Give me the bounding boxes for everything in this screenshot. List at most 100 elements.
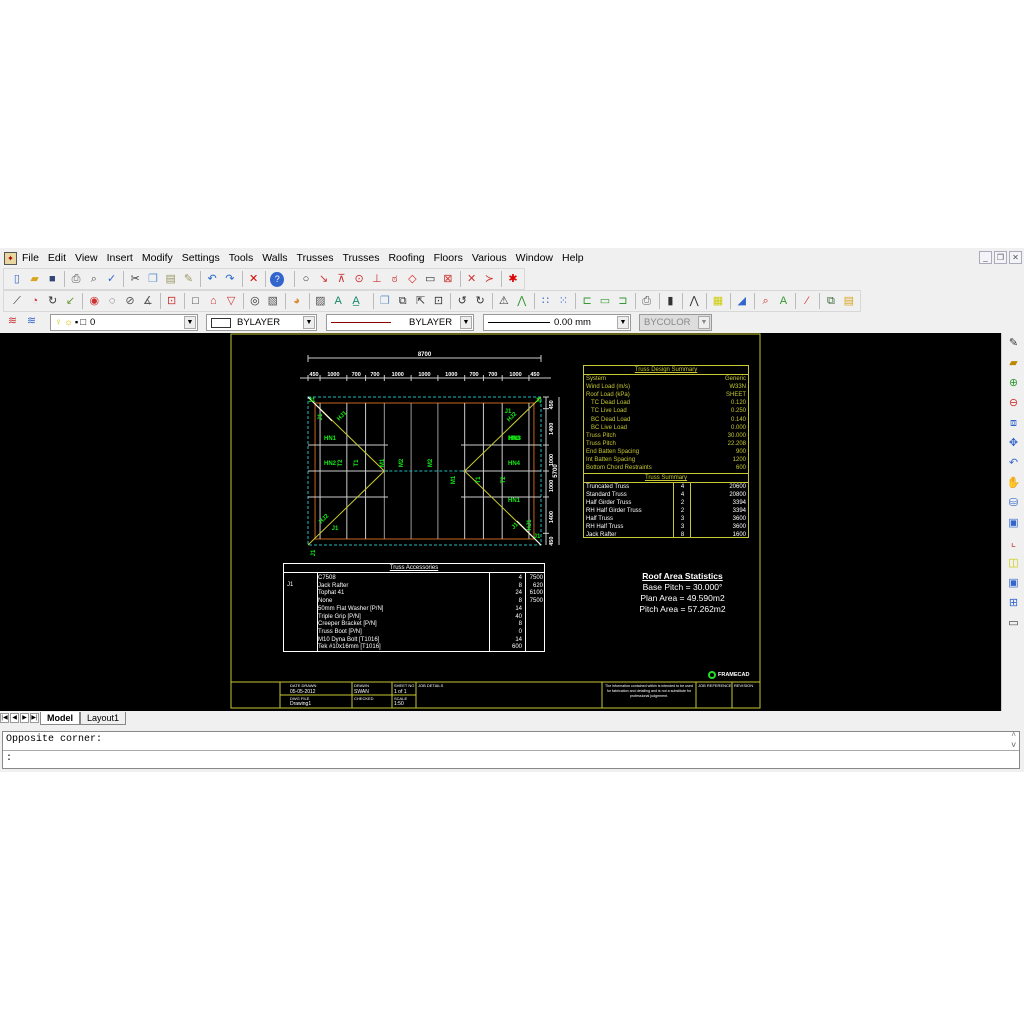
tab-model[interactable]: Model: [40, 711, 80, 725]
menu-window[interactable]: Window: [516, 252, 553, 264]
paste-icon[interactable]: ▤: [164, 272, 178, 287]
region-icon[interactable]: ▨: [313, 294, 327, 309]
drawing-canvas[interactable]: 8700 450 1000 700 700 1000 1000 1000 700 700 1000 4…: [0, 333, 1001, 711]
bar-chart-icon[interactable]: ▮: [663, 294, 677, 309]
snap-apparent-icon[interactable]: ≻: [482, 272, 496, 287]
chevron-down-icon[interactable]: ▼: [303, 316, 315, 329]
ruler-icon[interactable]: ▦: [711, 294, 725, 309]
arc-icon[interactable]: ↻: [46, 294, 60, 309]
insert-image-icon[interactable]: ◕: [290, 294, 304, 309]
menu-trusses[interactable]: Trusses: [297, 252, 334, 264]
block-icon[interactable]: ⊡: [165, 294, 179, 309]
zoom-window-icon[interactable]: ⧈: [1006, 416, 1021, 431]
view-axis-icon[interactable]: ⌞: [1006, 536, 1021, 551]
snap-perpendicular-icon[interactable]: ⊥: [370, 272, 384, 287]
layer-select[interactable]: ♀ ☼ ▪ □ 0 ▼: [50, 314, 198, 331]
save-icon[interactable]: ■: [46, 272, 60, 287]
next-tab-button[interactable]: ▶: [20, 713, 29, 723]
erase-icon[interactable]: ✕: [247, 272, 261, 287]
menu-roofing[interactable]: Roofing: [388, 252, 424, 264]
restore-button[interactable]: ❐: [994, 251, 1007, 264]
command-input[interactable]: :: [3, 751, 1019, 766]
snap-quadrant-icon[interactable]: ◇: [406, 272, 420, 287]
gradient-icon[interactable]: ◢: [735, 294, 749, 309]
snap-node-icon[interactable]: ⊠: [441, 272, 455, 287]
mirror-icon[interactable]: ⚠: [497, 294, 511, 309]
chevron-down-icon[interactable]: ▼: [460, 316, 472, 329]
plot-icon[interactable]: ⎙: [640, 294, 654, 309]
snap-endpoint-icon[interactable]: ↘: [317, 272, 331, 287]
chevron-down-icon[interactable]: ▼: [617, 316, 629, 329]
linetype-select[interactable]: BYLAYER ▼: [326, 314, 474, 331]
polygon-icon[interactable]: ▽: [224, 294, 238, 309]
snap-tangent-icon[interactable]: ಠ: [388, 272, 402, 287]
prev-tab-button[interactable]: ◀: [10, 713, 19, 723]
zoom-properties-icon[interactable]: ⌕: [759, 294, 773, 309]
snap-center-icon[interactable]: ⊙: [352, 272, 366, 287]
zoom-out-icon[interactable]: ⊖: [1006, 396, 1021, 411]
copy-icon[interactable]: ❐: [146, 272, 160, 287]
open-folder-icon[interactable]: ▰: [28, 272, 42, 287]
match-properties-icon[interactable]: ✎: [182, 272, 196, 287]
menu-various[interactable]: Various: [472, 252, 507, 264]
spell-check-icon[interactable]: ✓: [105, 272, 119, 287]
snap-insert-icon[interactable]: ▭: [423, 272, 437, 287]
menu-tools[interactable]: Tools: [229, 252, 254, 264]
box-side-icon[interactable]: ⊐: [616, 294, 630, 309]
menu-settings[interactable]: Settings: [182, 252, 220, 264]
properties-icon[interactable]: ▤: [842, 294, 856, 309]
redo-icon[interactable]: ↷: [223, 272, 237, 287]
layer-state-icon[interactable]: ≋: [24, 314, 39, 329]
close-button[interactable]: ✕: [1009, 251, 1022, 264]
mirror-copy-icon[interactable]: ⋀: [515, 294, 529, 309]
layers-icon[interactable]: ⧉: [824, 294, 838, 309]
move-icon[interactable]: ⇱: [414, 294, 428, 309]
color-select[interactable]: BYLAYER ▼: [206, 314, 317, 331]
roof-hip-icon[interactable]: ⋀: [687, 294, 701, 309]
new-file-icon[interactable]: ▯: [10, 272, 24, 287]
lineweight-select[interactable]: 0.00 mm ▼: [483, 314, 631, 331]
layer-manager-icon[interactable]: ≋: [5, 314, 20, 329]
polyline-icon[interactable]: ↙: [64, 294, 78, 309]
view-top-icon[interactable]: ▣: [1006, 516, 1021, 531]
paint-text-icon[interactable]: A: [776, 294, 790, 309]
array-icon[interactable]: ⧉: [396, 294, 410, 309]
view-save-icon[interactable]: ▣: [1006, 576, 1021, 591]
rectangle-icon[interactable]: □: [189, 294, 203, 309]
text-box-icon[interactable]: ▭: [1006, 616, 1021, 631]
minimize-button[interactable]: _: [979, 251, 992, 264]
tab-layout1[interactable]: Layout1: [80, 711, 127, 725]
view-iso-icon[interactable]: ◫: [1006, 556, 1021, 571]
first-tab-button[interactable]: |◀: [0, 713, 9, 723]
donut-icon[interactable]: ◎: [248, 294, 262, 309]
dim-angle-icon[interactable]: ∡: [141, 294, 155, 309]
print-preview-icon[interactable]: ⌕: [87, 272, 101, 287]
zoom-in-icon[interactable]: ⊕: [1006, 376, 1021, 391]
scale-icon[interactable]: ⊡: [432, 294, 446, 309]
zoom-previous-icon[interactable]: ↶: [1006, 456, 1021, 471]
box-open-icon[interactable]: ⊏: [580, 294, 594, 309]
snap-midpoint-icon[interactable]: ⊼: [335, 272, 349, 287]
snap-intersection-icon[interactable]: ✕: [465, 272, 479, 287]
grid-icon[interactable]: ∷: [539, 294, 553, 309]
menu-walls[interactable]: Walls: [262, 252, 287, 264]
menu-edit[interactable]: Edit: [48, 252, 66, 264]
eraser-icon[interactable]: ▰: [1006, 356, 1021, 371]
line-icon[interactable]: ⟋: [10, 294, 24, 309]
snap-circle-icon[interactable]: ○: [299, 272, 313, 287]
help-icon[interactable]: ?: [270, 271, 285, 287]
hatch-icon[interactable]: ▧: [266, 294, 280, 309]
pan-icon[interactable]: ✋: [1006, 476, 1021, 491]
scroll-arrows-icon[interactable]: ^ v: [1011, 732, 1016, 750]
undo-icon[interactable]: ↶: [205, 272, 219, 287]
view-3d-icon[interactable]: ⛁: [1006, 496, 1021, 511]
app-icon[interactable]: ✦: [4, 251, 17, 265]
grid-dense-icon[interactable]: ⁙: [556, 294, 570, 309]
menu-modify[interactable]: Modify: [142, 252, 173, 264]
box-icon[interactable]: ▭: [598, 294, 612, 309]
print-icon[interactable]: ⎙: [69, 272, 83, 287]
circle-icon[interactable]: ◔: [28, 294, 42, 309]
zoom-extents-icon[interactable]: ✥: [1006, 436, 1021, 451]
chevron-down-icon[interactable]: ▼: [184, 316, 196, 329]
menu-file[interactable]: File: [22, 252, 39, 264]
